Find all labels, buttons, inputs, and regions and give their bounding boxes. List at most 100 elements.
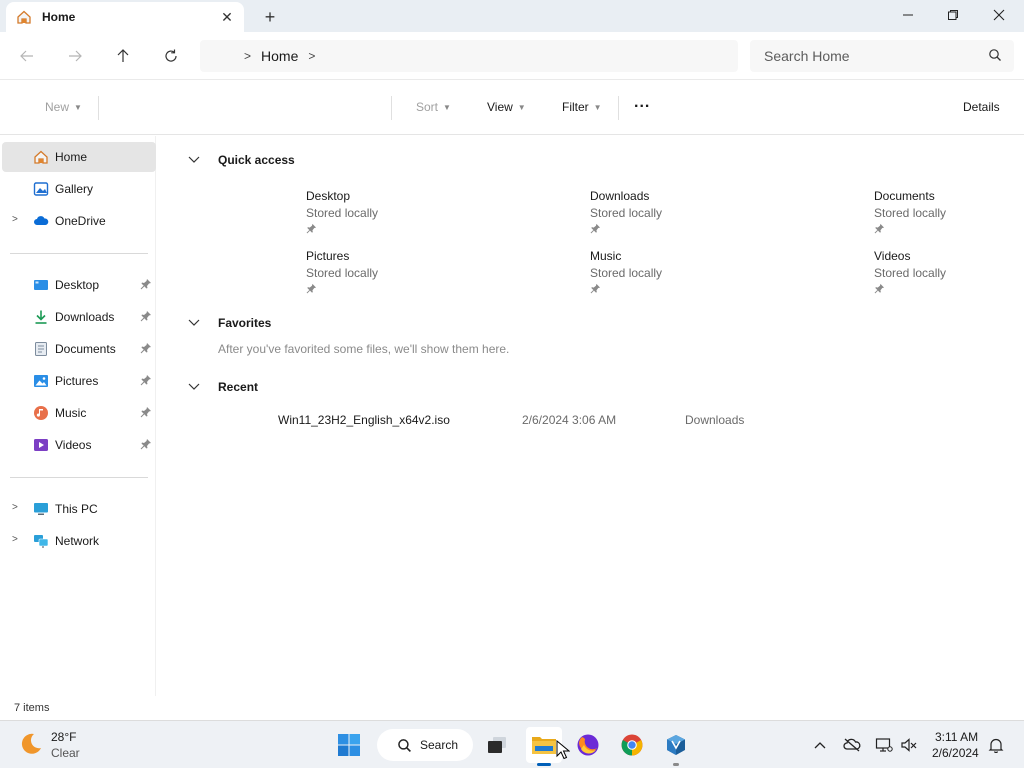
sidebar-item-onedrive[interactable]: > OneDrive [2, 206, 156, 236]
arrow-right-icon [69, 50, 82, 62]
quick-access-desktop[interactable]: Desktop Stored locally [306, 189, 506, 241]
gallery-icon [33, 182, 49, 196]
details-button[interactable]: Details [963, 100, 1000, 114]
picture-icon [34, 375, 48, 387]
favorites-header[interactable]: Favorites [188, 316, 272, 330]
sidebar-item-videos[interactable]: Videos [2, 430, 156, 460]
main-content: Quick access Desktop Stored locally Down… [160, 136, 1024, 696]
sidebar-item-documents[interactable]: Documents [2, 334, 156, 364]
quick-access-header[interactable]: Quick access [188, 153, 295, 167]
document-icon [35, 342, 47, 356]
sidebar-item-pictures[interactable]: Pictures [2, 366, 156, 396]
back-button[interactable] [14, 44, 40, 68]
divider [10, 253, 148, 254]
show-hidden-icons-button[interactable] [810, 735, 830, 755]
filter-button[interactable]: Filter ▼ [562, 100, 602, 114]
breadcrumb-home[interactable]: Home [261, 48, 298, 64]
divider [10, 477, 148, 478]
moon-icon[interactable] [18, 731, 44, 757]
sort-button[interactable]: Sort ▼ [416, 100, 451, 114]
view-label: View [487, 100, 513, 114]
more-options-button[interactable]: ... [634, 94, 650, 112]
search-label: Search [420, 738, 459, 752]
search-icon [398, 738, 411, 752]
cloud-icon [34, 216, 49, 225]
notifications-button[interactable] [986, 735, 1006, 755]
recent-header[interactable]: Recent [188, 380, 258, 394]
pin-icon [874, 223, 885, 234]
volume-tray-button[interactable] [899, 735, 919, 755]
title-bar: Home ✕ + [0, 0, 1024, 32]
tile-name: Music [590, 249, 622, 263]
new-button[interactable]: New ▼ [45, 100, 82, 114]
favorites-empty-hint: After you've favorited some files, we'll… [218, 342, 510, 356]
new-tab-button[interactable]: + [258, 5, 282, 29]
virtualbox-icon [667, 735, 685, 755]
windows-icon [338, 734, 360, 756]
address-bar[interactable]: > Home > [200, 40, 738, 72]
task-view-icon [488, 737, 506, 753]
quick-access-pictures[interactable]: Pictures Stored locally [306, 249, 506, 301]
taskbar-search[interactable]: Search [377, 729, 473, 761]
view-button[interactable]: View ▼ [487, 100, 526, 114]
chrome-icon [621, 734, 643, 756]
download-icon [35, 310, 47, 324]
tile-name: Pictures [306, 249, 350, 263]
clock-date[interactable]: 2/6/2024 [932, 746, 979, 760]
close-button[interactable] [976, 0, 1022, 30]
quick-access-downloads[interactable]: Downloads Stored locally [590, 189, 790, 241]
start-button[interactable] [333, 729, 365, 761]
minimize-button[interactable] [885, 0, 931, 30]
tile-subtitle: Stored locally [306, 266, 379, 280]
chevron-right-icon[interactable]: > [12, 534, 18, 545]
mouse-cursor-icon [556, 740, 570, 760]
quick-access-videos[interactable]: Videos Stored locally [874, 249, 1024, 301]
pin-icon [140, 279, 151, 290]
chevron-right-icon[interactable]: > [12, 502, 18, 513]
music-icon [34, 406, 48, 420]
clock-time[interactable]: 3:11 AM [935, 730, 978, 744]
search-input[interactable]: Search Home [750, 40, 1014, 72]
sidebar-item-gallery[interactable]: Gallery [2, 174, 156, 204]
sidebar-item-this-pc[interactable]: > This PC [2, 494, 156, 524]
chevron-right-icon[interactable]: > [12, 214, 18, 225]
sidebar-item-home[interactable]: Home [2, 142, 156, 172]
new-label: New [45, 100, 70, 114]
refresh-button[interactable] [158, 44, 184, 68]
address-row: > Home > Search Home [0, 32, 1024, 80]
task-view-button[interactable] [481, 729, 513, 761]
tab-home[interactable]: Home ✕ [6, 2, 244, 32]
chevron-right-icon[interactable]: > [244, 49, 251, 63]
sidebar-item-label: Music [55, 406, 87, 420]
status-bar: 7 items [0, 696, 1024, 720]
maximize-button[interactable] [930, 0, 976, 30]
firefox-button[interactable] [572, 729, 604, 761]
forward-button[interactable] [62, 44, 88, 68]
up-button[interactable] [110, 44, 136, 68]
tile-subtitle: Stored locally [874, 206, 947, 220]
list-item[interactable]: Win11_23H2_English_x64v2.iso 2/6/2024 3:… [218, 406, 838, 434]
virtualbox-button[interactable] [660, 729, 692, 761]
sidebar-item-downloads[interactable]: Downloads [2, 302, 156, 332]
chevron-right-icon[interactable]: > [308, 49, 315, 63]
weather-condition[interactable]: Clear [51, 746, 80, 760]
weather-temp[interactable]: 28°F [51, 730, 76, 744]
tile-subtitle: Stored locally [306, 206, 379, 220]
sidebar-item-network[interactable]: > Network [2, 526, 156, 556]
tab-close-icon[interactable]: ✕ [218, 8, 236, 26]
quick-access-documents[interactable]: Documents Stored locally [874, 189, 1024, 241]
chrome-button[interactable] [616, 729, 648, 761]
taskbar: 28°F Clear Search 3:11 AM 2/6/2024 [0, 720, 1024, 768]
home-icon [34, 150, 48, 164]
onedrive-tray-button[interactable] [842, 735, 862, 755]
network-tray-button[interactable] [874, 735, 894, 755]
active-indicator [537, 763, 551, 766]
chevron-down-icon [188, 319, 200, 326]
chevron-down-icon [188, 383, 200, 390]
chevron-up-icon [814, 742, 826, 749]
section-title: Favorites [218, 316, 272, 330]
sidebar-item-music[interactable]: Music [2, 398, 156, 428]
divider [98, 96, 99, 120]
sidebar-item-desktop[interactable]: Desktop [2, 270, 156, 300]
quick-access-music[interactable]: Music Stored locally [590, 249, 790, 301]
